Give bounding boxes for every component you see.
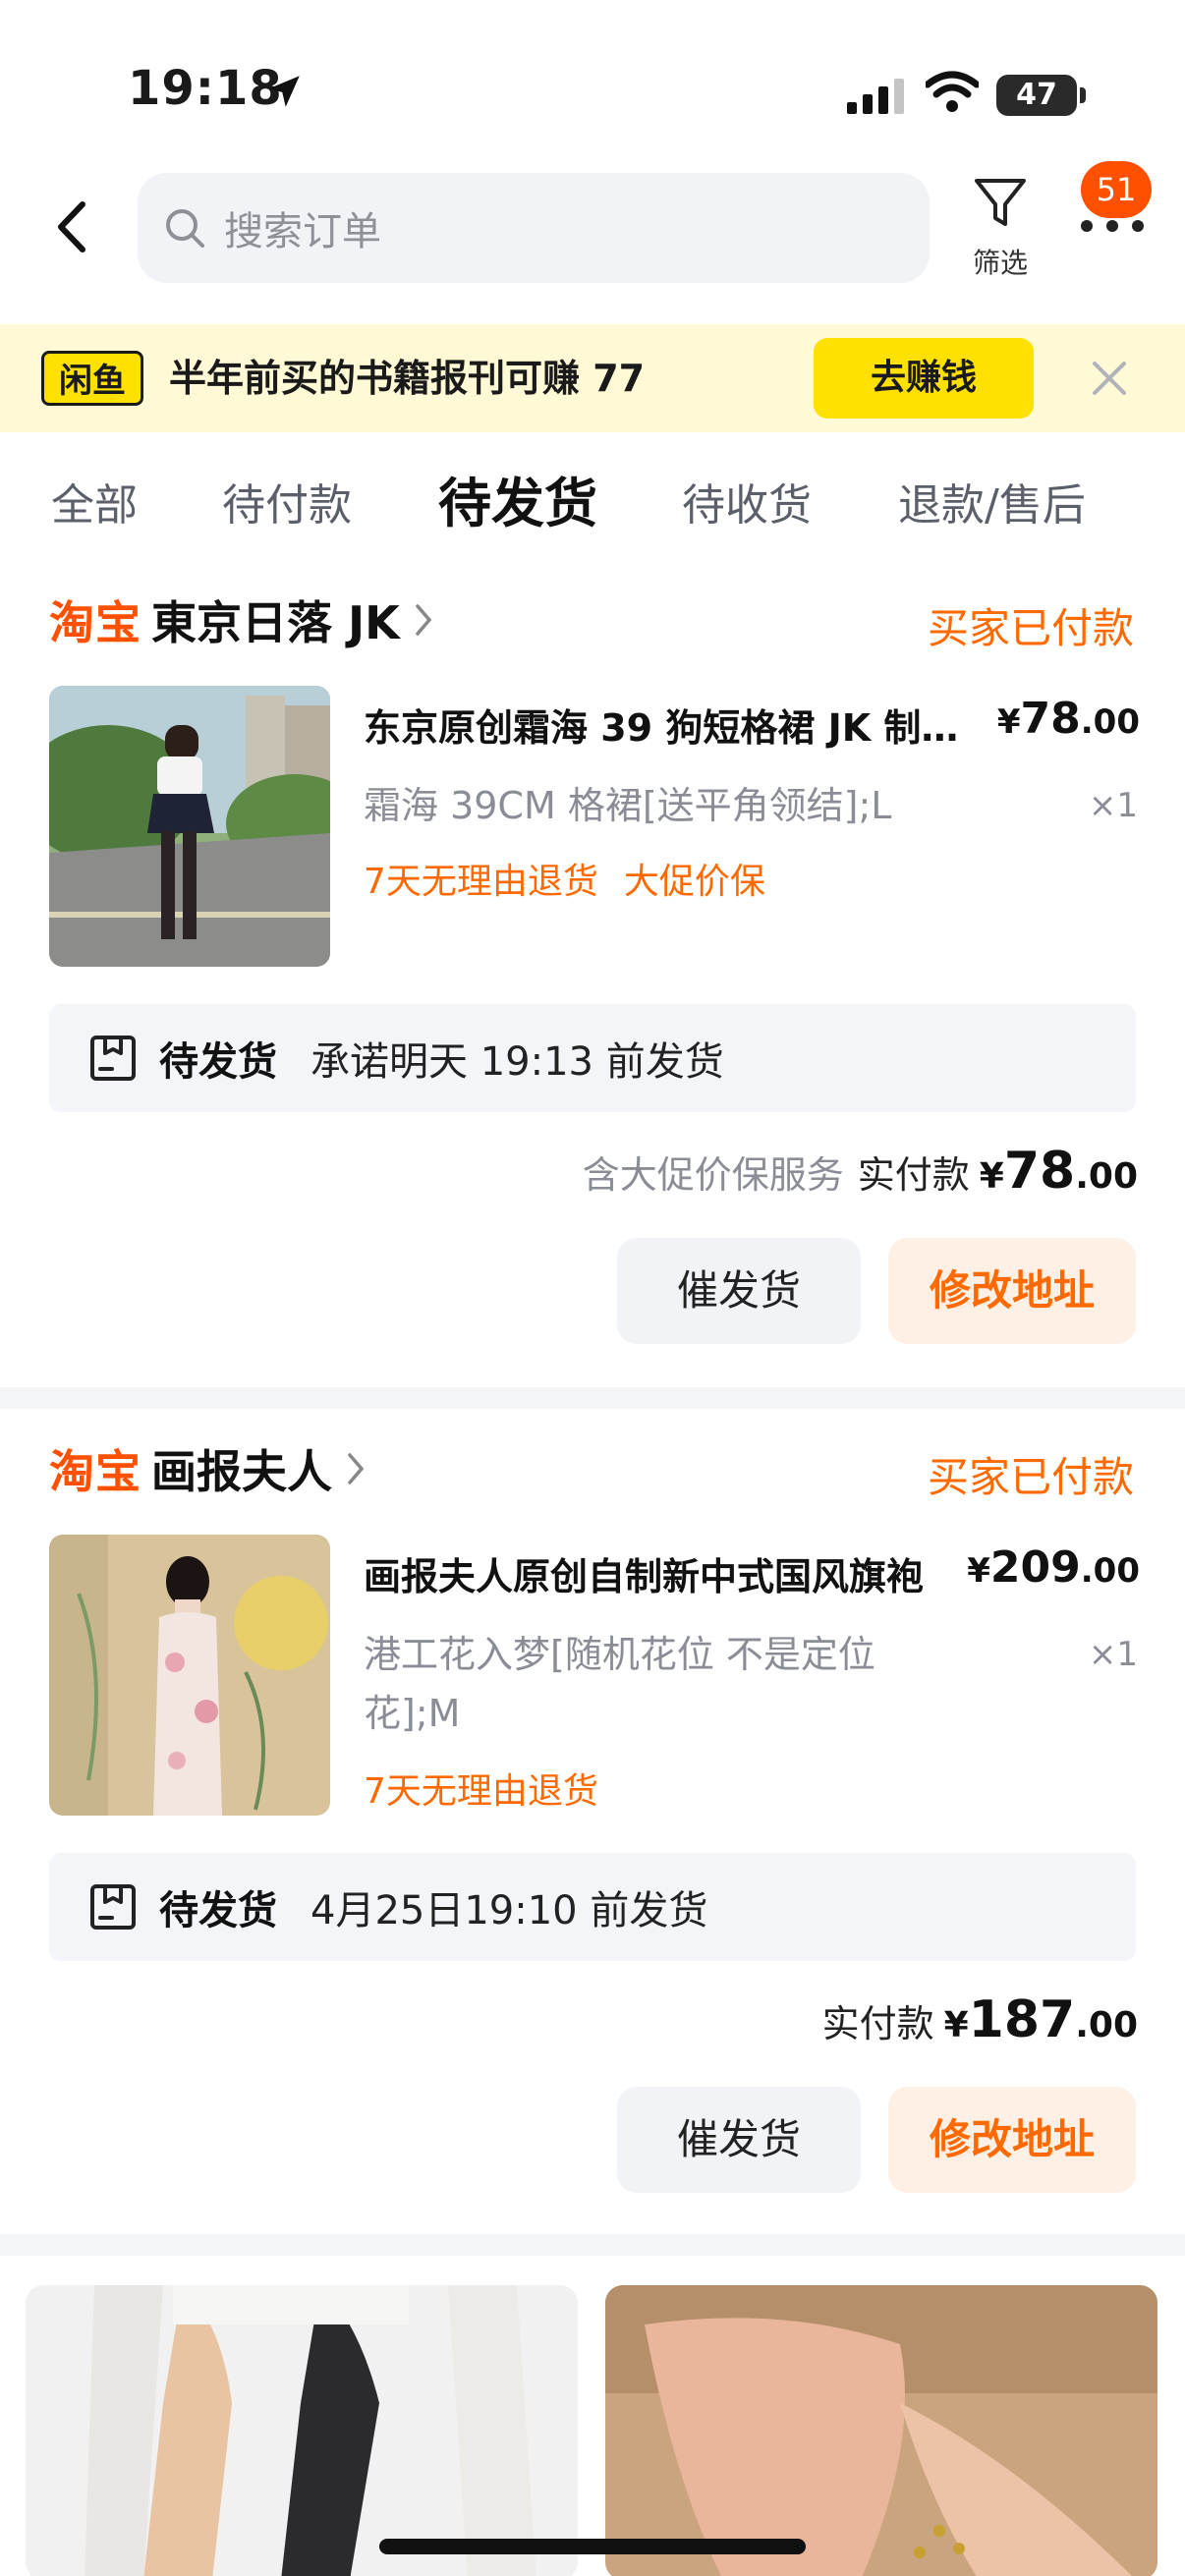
chevron-left-icon xyxy=(58,201,85,252)
tag-7day-return: 7天无理由退货 xyxy=(364,862,598,902)
pay-currency: ¥ xyxy=(943,2005,969,2045)
product-image[interactable] xyxy=(49,1535,330,1816)
home-indicator xyxy=(379,2539,806,2554)
payment-note: 含大促价保服务 xyxy=(582,1153,844,1197)
price-decimal: .00 xyxy=(1080,702,1140,742)
location-arrow-icon xyxy=(268,76,300,107)
order-tabs: 全部 待付款 待发货 待收货 退款/售后 xyxy=(0,452,1185,540)
product-spec: 霜海 39CM 格裙[送平角领结];L xyxy=(364,784,892,827)
payment-amount: ¥78.00 xyxy=(980,1142,1138,1201)
status-bar: 19:18 47 xyxy=(0,0,1185,167)
pay-decimal: .00 xyxy=(1075,1156,1138,1197)
shop-name: 画报夫人 xyxy=(151,1445,332,1498)
close-icon[interactable] xyxy=(1085,354,1134,403)
tab-pending-receipt[interactable]: 待收货 xyxy=(682,470,812,532)
payment-label: 实付款 xyxy=(821,2002,934,2045)
wifi-icon xyxy=(926,71,979,112)
search-input[interactable]: 搜索订单 xyxy=(138,173,930,283)
tab-pending-shipment[interactable]: 待发货 xyxy=(438,460,597,537)
product-quantity: ×1 xyxy=(1088,1635,1138,1674)
shipping-status: 待发货 xyxy=(159,1888,277,1933)
shipping-status: 待发货 xyxy=(159,1039,277,1085)
filter-button[interactable]: 筛选 xyxy=(961,173,1040,281)
tag-7day-return: 7天无理由退货 xyxy=(364,1771,598,1812)
pay-currency: ¥ xyxy=(979,1156,1004,1197)
search-placeholder: 搜索订单 xyxy=(224,209,381,254)
back-button[interactable] xyxy=(47,193,96,261)
package-box-icon xyxy=(90,1884,136,1930)
price-decimal: .00 xyxy=(1080,1551,1140,1591)
promo-banner[interactable]: 闲鱼 半年前买的书籍报刊可赚 77 去赚钱 xyxy=(0,324,1185,432)
urge-shipment-button[interactable]: 催发货 xyxy=(617,2087,861,2193)
product-price: ¥78.00 xyxy=(997,694,1140,744)
xianyu-logo: 闲鱼 xyxy=(41,351,143,406)
chevron-right-icon xyxy=(416,604,432,636)
change-address-button[interactable]: 修改地址 xyxy=(888,2087,1136,2193)
service-tags: 7天无理由退货 大促价保 xyxy=(364,853,791,904)
price-integer: 78 xyxy=(1020,694,1081,744)
price-currency: ¥ xyxy=(996,702,1021,742)
payment-label: 实付款 xyxy=(857,1153,970,1197)
price-integer: 209 xyxy=(989,1542,1081,1593)
status-time: 19:18 xyxy=(128,61,283,116)
shipping-promise: 4月25日19:10 前发货 xyxy=(310,1888,708,1933)
section-divider xyxy=(0,1387,1185,1409)
product-price: ¥209.00 xyxy=(967,1542,1140,1593)
tab-all[interactable]: 全部 xyxy=(51,470,138,532)
product-quantity: ×1 xyxy=(1088,786,1138,825)
change-address-button[interactable]: 修改地址 xyxy=(888,1238,1136,1344)
product-title[interactable]: 画报夫人原创自制新中式国风旗袍 xyxy=(364,1546,973,1600)
payment-summary: 实付款 ¥187.00 xyxy=(822,1990,1138,2049)
pay-integer: 187 xyxy=(968,1990,1076,2049)
product-title[interactable]: 东京原创霜海 39 狗短格裙 JK 制服裙 xyxy=(364,698,973,752)
banner-text: 半年前买的书籍报刊可赚 77 xyxy=(169,357,646,400)
price-currency: ¥ xyxy=(967,1551,990,1591)
payment-summary: 含大促价保服务 实付款 ¥78.00 xyxy=(583,1142,1138,1201)
chevron-right-icon xyxy=(348,1453,365,1484)
taobao-logo: 淘宝 xyxy=(49,1445,141,1498)
pay-integer: 78 xyxy=(1003,1142,1076,1201)
recommend-item-image[interactable] xyxy=(26,2285,578,2576)
order-status: 买家已付款 xyxy=(927,604,1134,652)
filter-label: 筛选 xyxy=(972,247,1028,279)
shipping-promise: 承诺明天 19:13 前发货 xyxy=(310,1039,724,1085)
service-tags: 7天无理由退货 xyxy=(364,1763,624,1814)
order-status: 买家已付款 xyxy=(927,1453,1134,1501)
filter-icon xyxy=(975,179,1026,226)
recommend-item-image[interactable] xyxy=(605,2285,1157,2576)
order-card: 淘宝 東京日落 JK 买家已付款 东京原创霜海 39 狗短格裙 JK 制服裙 ¥… xyxy=(0,586,1185,1381)
shop-header[interactable]: 淘宝 画报夫人 xyxy=(49,1434,366,1503)
shop-name: 東京日落 JK xyxy=(151,596,400,649)
battery-cap xyxy=(1080,87,1086,103)
shop-header[interactable]: 淘宝 東京日落 JK xyxy=(49,586,433,654)
order-card: 淘宝 画报夫人 买家已付款 画报夫人原创自制新中式国风旗袍 ¥209.00 港工… xyxy=(0,1434,1185,2220)
tab-pending-payment[interactable]: 待付款 xyxy=(222,470,352,532)
product-spec: 港工花入梦[随机花位 不是定位花];M xyxy=(364,1633,875,1735)
taobao-logo: 淘宝 xyxy=(49,596,141,649)
battery-indicator: 47 xyxy=(996,75,1077,116)
cellular-signal-icon xyxy=(847,79,904,114)
shipping-info[interactable]: 待发货 承诺明天 19:13 前发货 xyxy=(49,1004,1136,1112)
payment-amount: ¥187.00 xyxy=(944,1990,1138,2049)
tab-refund-aftersale[interactable]: 退款/售后 xyxy=(898,470,1086,532)
earn-money-button[interactable]: 去赚钱 xyxy=(814,338,1034,419)
urge-shipment-button[interactable]: 催发货 xyxy=(617,1238,861,1344)
section-divider xyxy=(0,2234,1185,2256)
search-icon xyxy=(166,209,204,248)
product-image[interactable] xyxy=(49,686,330,967)
shipping-info[interactable]: 待发货 4月25日19:10 前发货 xyxy=(49,1853,1136,1961)
message-badge: 51 xyxy=(1081,161,1152,218)
pay-decimal: .00 xyxy=(1075,2005,1138,2045)
tag-price-protect: 大促价保 xyxy=(623,862,765,902)
package-box-icon xyxy=(90,1036,136,1081)
